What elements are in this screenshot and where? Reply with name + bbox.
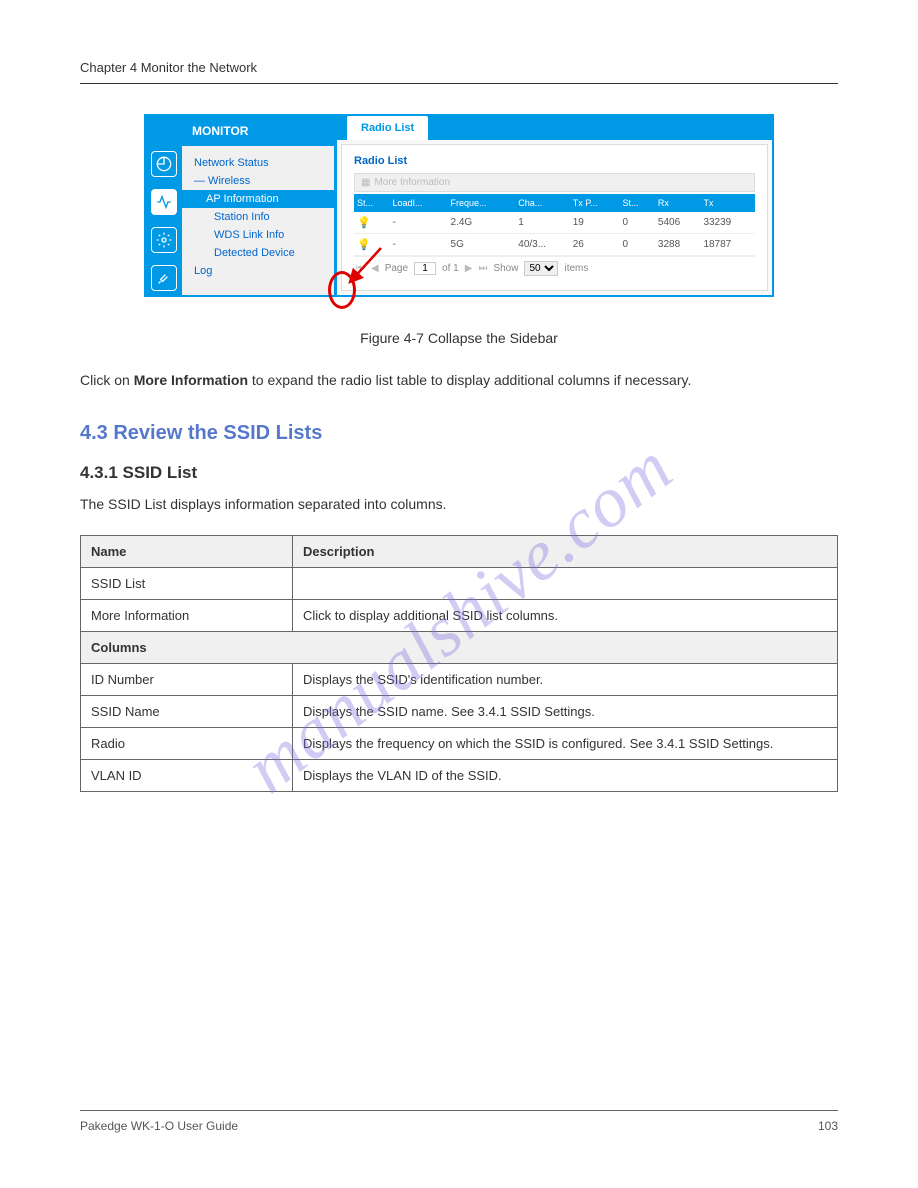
page-size-select[interactable]: 50 — [524, 261, 558, 276]
pagination-row: ⏮ ◀ Page of 1 ▶ ⏭ Show 50 items — [354, 256, 755, 280]
nav-log[interactable]: Log — [182, 262, 334, 280]
col-st2[interactable]: St... — [619, 194, 654, 212]
more-information-button[interactable]: ▦ More Information — [354, 173, 755, 192]
bulb-icon: 💡 — [357, 239, 371, 251]
sidebar-title: MONITOR — [182, 116, 334, 146]
page-input[interactable] — [414, 262, 436, 275]
nav-wds-link-info[interactable]: WDS Link Info — [182, 226, 334, 244]
header-rule — [80, 83, 838, 84]
first-page-icon[interactable]: ⏮ — [356, 263, 365, 274]
nav-detected-device[interactable]: Detected Device — [182, 244, 334, 262]
figure-caption: Figure 4-7 Collapse the Sidebar — [80, 327, 838, 349]
section-heading: 4.3 Review the SSID Lists — [80, 422, 838, 445]
footer-page-number: 103 — [818, 1119, 838, 1133]
of-label: of 1 — [442, 263, 459, 274]
nav-wireless[interactable]: — Wireless — [182, 172, 334, 190]
col-name: Name — [81, 536, 293, 568]
more-info-label: More Information — [374, 177, 450, 188]
table-row: RadioDisplays the frequency on which the… — [81, 728, 838, 760]
table-row[interactable]: 💡 - 2.4G 1 19 0 5406 33239 — [354, 212, 755, 234]
col-status[interactable]: St... — [354, 194, 389, 212]
dashboard-icon[interactable] — [151, 151, 177, 177]
footer-left: Pakedge WK-1-O User Guide — [80, 1119, 238, 1133]
col-tx[interactable]: Tx — [700, 194, 755, 212]
last-page-icon[interactable]: ⏭ — [478, 263, 487, 274]
tools-icon[interactable] — [151, 265, 177, 291]
tab-row: Radio List — [337, 116, 772, 140]
cell: 40/3... — [515, 234, 569, 256]
definition-table: Name Description SSID List More Informat… — [80, 535, 838, 792]
items-label: items — [564, 263, 588, 274]
col-desc: Description — [292, 536, 837, 568]
col-load[interactable]: LoadI... — [389, 194, 447, 212]
table-row: SSID NameDisplays the SSID name. See 3.4… — [81, 696, 838, 728]
sidebar-icon-rail — [146, 116, 182, 295]
show-label: Show — [493, 263, 518, 274]
cell: 1 — [515, 212, 569, 234]
radio-list-table: St... LoadI... Freque... Cha... Tx P... … — [354, 194, 755, 256]
cell: 0 — [619, 212, 654, 234]
table-section-row: Columns — [81, 632, 838, 664]
table-row: ID NumberDisplays the SSID's identificat… — [81, 664, 838, 696]
cell: 33239 — [700, 212, 755, 234]
prev-page-icon[interactable]: ◀ — [371, 263, 379, 274]
col-channel[interactable]: Cha... — [515, 194, 569, 212]
cell: 3288 — [655, 234, 701, 256]
cell: 19 — [570, 212, 620, 234]
panel-heading: Radio List — [354, 155, 755, 167]
cell: 26 — [570, 234, 620, 256]
nav-ap-information[interactable]: AP Information — [182, 190, 334, 208]
table-row: More InformationClick to display additio… — [81, 600, 838, 632]
nav-network-status[interactable]: Network Status — [182, 154, 334, 172]
content-panel: Radio List Radio List ▦ More Information… — [337, 116, 772, 295]
table-row[interactable]: 💡 - 5G 40/3... 26 0 3288 18787 — [354, 234, 755, 256]
info-icon: ▦ — [361, 177, 370, 188]
app-screenshot: MONITOR Network Status — Wireless AP Inf… — [144, 114, 774, 297]
bulb-icon: 💡 — [357, 217, 371, 229]
gear-icon[interactable] — [151, 227, 177, 253]
sidebar-nav: MONITOR Network Status — Wireless AP Inf… — [182, 116, 337, 295]
col-freq[interactable]: Freque... — [448, 194, 516, 212]
col-rx[interactable]: Rx — [655, 194, 701, 212]
body-paragraph: The SSID List displays information separ… — [80, 493, 838, 515]
cell: 5406 — [655, 212, 701, 234]
monitor-icon[interactable] — [151, 189, 177, 215]
tab-radio-list[interactable]: Radio List — [347, 116, 428, 140]
cell: - — [389, 212, 447, 234]
page-footer: Pakedge WK-1-O User Guide 103 — [80, 1110, 838, 1133]
nav-station-info[interactable]: Station Info — [182, 208, 334, 226]
cell: 18787 — [700, 234, 755, 256]
cell: 0 — [619, 234, 654, 256]
cell: 2.4G — [448, 212, 516, 234]
page-header-text: Chapter 4 Monitor the Network — [80, 60, 838, 75]
table-row: VLAN IDDisplays the VLAN ID of the SSID. — [81, 760, 838, 792]
cell: 5G — [448, 234, 516, 256]
page-label: Page — [385, 263, 408, 274]
table-row: SSID List — [81, 568, 838, 600]
subsection-heading: 4.3.1 SSID List — [80, 463, 838, 483]
col-txp[interactable]: Tx P... — [570, 194, 620, 212]
body-paragraph: Click on More Information to expand the … — [80, 369, 838, 391]
next-page-icon[interactable]: ▶ — [465, 263, 473, 274]
cell: - — [389, 234, 447, 256]
